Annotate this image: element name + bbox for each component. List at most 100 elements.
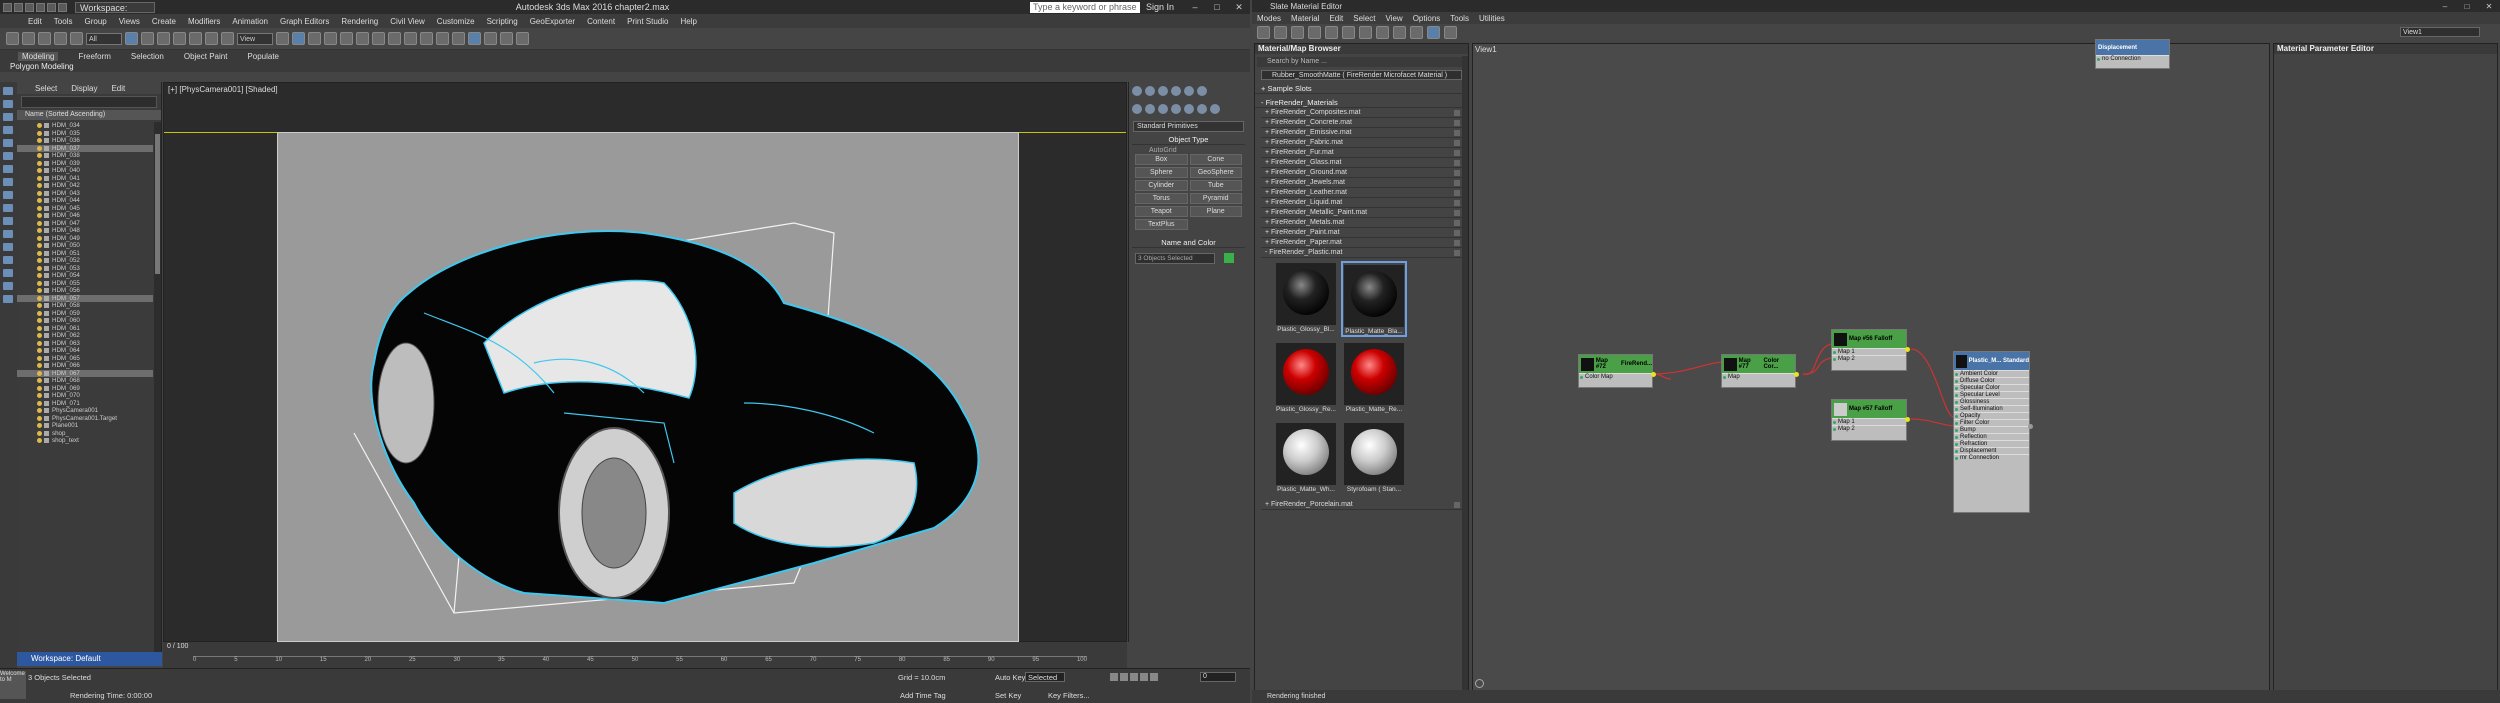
explorer-row[interactable]: HDM_047 xyxy=(17,220,153,228)
menu-rendering[interactable]: Rendering xyxy=(341,17,378,26)
teapot-button[interactable]: Teapot xyxy=(1135,206,1188,217)
helpers-icon[interactable] xyxy=(3,178,13,186)
menu-geoexporter[interactable]: GeoExporter xyxy=(530,17,575,26)
material-library-item[interactable]: + FireRender_Paint.mat xyxy=(1261,228,1462,238)
explorer-row[interactable]: PhysCamera001.Target xyxy=(17,415,153,423)
layer-icon[interactable] xyxy=(404,32,417,45)
render-setup-icon[interactable] xyxy=(484,32,497,45)
material-library-item[interactable]: + FireRender_Emissive.mat xyxy=(1261,128,1462,138)
mirror-icon[interactable] xyxy=(372,32,385,45)
car-model[interactable] xyxy=(314,163,1034,643)
sme-menu-modes[interactable]: Modes xyxy=(1257,14,1281,23)
set-key-button[interactable]: Set Key xyxy=(995,691,1021,700)
visibility-icon[interactable] xyxy=(37,423,42,429)
selection-filter-dropdown[interactable]: All xyxy=(86,32,122,45)
visibility-icon[interactable] xyxy=(37,123,42,129)
visibility-icon[interactable] xyxy=(37,205,42,211)
material-library-item[interactable]: + FireRender_Leather.mat xyxy=(1261,188,1462,198)
viewport-label[interactable]: [+] [PhysCamera001] [Shaded] xyxy=(168,85,278,94)
geosphere-button[interactable]: GeoSphere xyxy=(1189,167,1242,178)
tab-modeling[interactable]: Modeling xyxy=(18,51,59,61)
explorer-row[interactable]: shop_text xyxy=(17,437,153,445)
visibility-icon[interactable] xyxy=(37,295,42,301)
visibility-icon[interactable] xyxy=(37,363,42,369)
systems-icon[interactable] xyxy=(1210,104,1220,114)
material-input-slot[interactable]: Reflection xyxy=(1954,433,2029,440)
explorer-row[interactable]: HDM_037 xyxy=(17,144,153,152)
frozen-icon[interactable] xyxy=(3,256,13,264)
rect-selection-icon[interactable] xyxy=(157,32,170,45)
sign-in-link[interactable]: Sign In xyxy=(1146,2,1174,12)
sme-menu-utilities[interactable]: Utilities xyxy=(1479,14,1505,23)
material-input-slot[interactable]: Ambient Color xyxy=(1954,370,2029,377)
menu-help[interactable]: Help xyxy=(680,17,696,26)
explorer-row[interactable]: HDM_043 xyxy=(17,190,153,198)
node-map77[interactable]: Map #77 Color Cor... Map xyxy=(1721,354,1796,388)
node-map72[interactable]: Map #72 FireRend... Color Map xyxy=(1578,354,1653,388)
explorer-row[interactable]: HDM_048 xyxy=(17,227,153,235)
workspace-dropdown[interactable]: Workspace: Default xyxy=(75,1,155,23)
explorer-tab-edit[interactable]: Edit xyxy=(111,84,125,93)
explorer-row[interactable]: shop_ xyxy=(17,430,153,438)
menu-edit[interactable]: Edit xyxy=(28,17,42,26)
node-displacement[interactable]: Displacement no Connection xyxy=(2095,39,2170,69)
material-library-item[interactable]: + FireRender_Ground.mat xyxy=(1261,168,1462,178)
explorer-row[interactable]: HDM_069 xyxy=(17,385,153,393)
visibility-icon[interactable] xyxy=(37,198,42,204)
explorer-row[interactable]: HDM_058 xyxy=(17,302,153,310)
minimize-icon[interactable]: – xyxy=(1184,2,1206,12)
visibility-icon[interactable] xyxy=(37,333,42,339)
shapes-icon[interactable] xyxy=(1145,104,1155,114)
visibility-icon[interactable] xyxy=(37,243,42,249)
material-swatch[interactable]: Plastic_Matte_Wh... xyxy=(1273,421,1339,497)
material-library-item[interactable]: - FireRender_Plastic.mat xyxy=(1261,248,1462,258)
explorer-row[interactable]: HDM_068 xyxy=(17,377,153,385)
visibility-icon[interactable] xyxy=(37,130,42,136)
scale-icon[interactable] xyxy=(221,32,234,45)
visibility-icon[interactable] xyxy=(37,183,42,189)
maxscript-listener[interactable]: Welcome to M xyxy=(0,671,26,699)
material-library-item[interactable]: + FireRender_Metals.mat xyxy=(1261,218,1462,228)
object-name-field[interactable]: 3 Objects Selected xyxy=(1135,253,1215,264)
name-color-rollout[interactable]: Name and Color xyxy=(1132,238,1245,248)
explorer-row[interactable]: HDM_063 xyxy=(17,340,153,348)
menu-civil-view[interactable]: Civil View xyxy=(390,17,425,26)
hierarchy-icon[interactable] xyxy=(1158,86,1168,96)
sme-menu-options[interactable]: Options xyxy=(1413,14,1441,23)
move-children-icon[interactable] xyxy=(1325,26,1338,39)
visibility-icon[interactable] xyxy=(37,160,42,166)
menu-modifiers[interactable]: Modifiers xyxy=(188,17,220,26)
sync-icon[interactable] xyxy=(3,295,13,303)
explorer-scrollbar[interactable] xyxy=(154,122,161,652)
show-map-icon[interactable] xyxy=(1342,26,1355,39)
snap-icon[interactable] xyxy=(292,32,305,45)
node-map57[interactable]: Map #57 Falloff Map 1 Map 2 xyxy=(1831,399,1907,441)
visibility-icon[interactable] xyxy=(37,213,42,219)
explorer-row[interactable]: HDM_062 xyxy=(17,332,153,340)
named-selection-icon[interactable] xyxy=(356,32,369,45)
material-library-item[interactable]: + FireRender_Concrete.mat xyxy=(1261,118,1462,128)
explorer-row[interactable]: HDM_055 xyxy=(17,280,153,288)
material-swatch[interactable]: Plastic_Glossy_Bl... xyxy=(1273,261,1339,337)
display-icon[interactable] xyxy=(1184,86,1194,96)
sample-slots-group[interactable]: + Sample Slots xyxy=(1255,84,1468,94)
motion-icon[interactable] xyxy=(1171,86,1181,96)
spinner-snap-icon[interactable] xyxy=(340,32,353,45)
material-library-item[interactable]: + FireRender_Liquid.mat xyxy=(1261,198,1462,208)
sme-menu-view[interactable]: View xyxy=(1386,14,1403,23)
open-icon[interactable] xyxy=(25,2,34,12)
material-input-slot[interactable]: Glossiness xyxy=(1954,398,2029,405)
reference-coord-dropdown[interactable]: View xyxy=(237,32,273,45)
pyramid-button[interactable]: Pyramid xyxy=(1189,193,1242,204)
move-icon[interactable] xyxy=(189,32,202,45)
material-swatch[interactable]: Plastic_Matte_Re... xyxy=(1341,341,1407,417)
primitive-type-dropdown[interactable]: Standard Primitives xyxy=(1133,121,1244,132)
auto-key-button[interactable]: Auto Key xyxy=(995,673,1025,682)
reset-icon[interactable] xyxy=(1291,26,1304,39)
output-port[interactable] xyxy=(1794,372,1799,377)
visibility-icon[interactable] xyxy=(37,310,42,316)
visibility-icon[interactable] xyxy=(37,370,42,376)
material-library-item[interactable]: + FireRender_Metallic_Paint.mat xyxy=(1261,208,1462,218)
navigator-icon[interactable] xyxy=(1475,679,1484,688)
explorer-row[interactable]: HDM_061 xyxy=(17,325,153,333)
